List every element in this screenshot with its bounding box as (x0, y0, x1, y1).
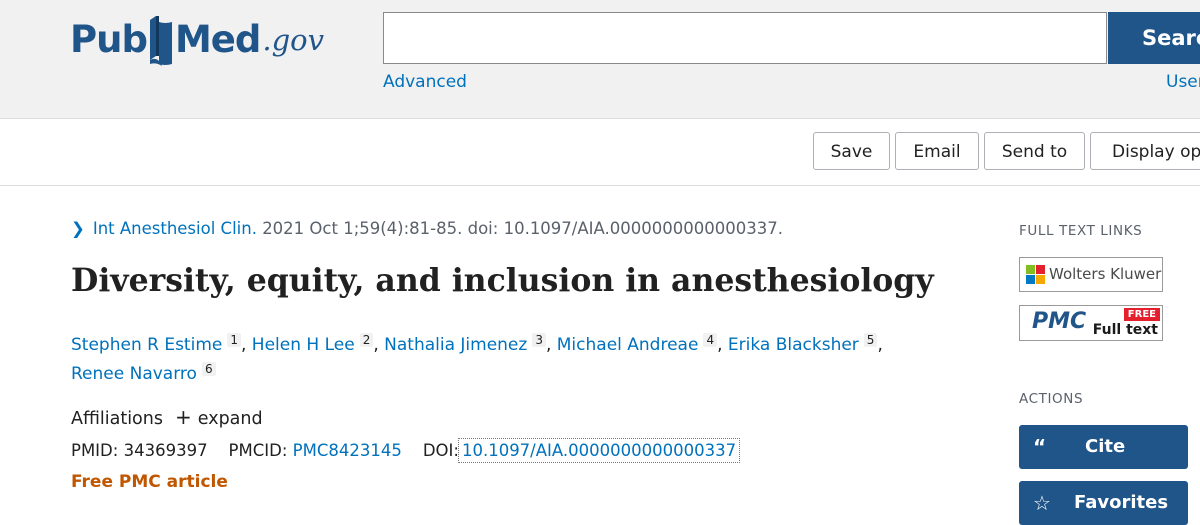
citation-line: ❯ Int Anesthesiol Clin. 2021 Oct 1;59(4):… (71, 219, 783, 238)
affiliation-number[interactable]: 5 (863, 333, 878, 347)
affiliations-toggle: Affiliations + expand (71, 405, 263, 429)
display-options-button[interactable]: Display options (1090, 132, 1200, 170)
doi-link[interactable]: 10.1097/AIA.0000000000000337 (457, 438, 741, 463)
wolters-kluwer-logo-icon (1026, 265, 1046, 289)
pubmed-logo[interactable]: Pub Med .gov (70, 12, 324, 68)
journal-link[interactable]: Int Anesthesiol Clin. (93, 219, 257, 238)
search-input[interactable] (383, 12, 1107, 64)
author-link[interactable]: Renee Navarro (71, 364, 197, 384)
pmid-label: PMID: (71, 441, 119, 460)
pmcid-link[interactable]: PMC8423145 (293, 441, 402, 460)
doi-label: DOI: (422, 441, 459, 460)
advanced-search-link[interactable]: Advanced (383, 72, 467, 92)
article-toolbar: Save Email Send to Display options (0, 119, 1200, 186)
user-guide-link[interactable]: User Guide (1166, 72, 1200, 92)
author-list: Stephen R Estime 1, Helen H Lee 2, Nathali… (71, 333, 883, 384)
pmid-value: 34369397 (123, 441, 208, 460)
chevron-right-icon[interactable]: ❯ (71, 219, 85, 238)
author-link[interactable]: Michael Andreae (557, 335, 699, 355)
expand-button[interactable]: expand (198, 409, 263, 429)
article-identifiers: PMID: 34369397 PMCID: PMC8423145 DOI: 10.… (71, 438, 741, 463)
author-link[interactable]: Helen H Lee (252, 335, 355, 355)
site-header: Pub Med .gov Search Advanced User Guide (0, 0, 1200, 119)
cite-button[interactable]: “ Cite (1019, 425, 1188, 469)
wolters-kluwer-link[interactable]: Wolters Kluwer (1019, 257, 1163, 292)
affiliations-label: Affiliations (71, 409, 163, 429)
author-link[interactable]: Erika Blacksher (728, 335, 859, 355)
cite-label: Cite (1085, 436, 1126, 457)
affiliation-number[interactable]: 6 (201, 362, 216, 376)
affiliation-number[interactable]: 2 (359, 333, 374, 347)
article-title: Diversity, equity, and inclusion in anes… (71, 262, 934, 299)
pmc-full-text-label: Full text (1092, 322, 1158, 338)
full-text-links-heading: FULL TEXT LINKS (1019, 223, 1143, 239)
save-button[interactable]: Save (813, 132, 890, 170)
citation-details: 2021 Oct 1;59(4):81-85. doi: 10.1097/AIA… (262, 219, 783, 238)
author-link[interactable]: Nathalia Jimenez (384, 335, 527, 355)
search-button[interactable]: Search (1108, 12, 1200, 64)
affiliation-number[interactable]: 3 (532, 333, 546, 347)
pmcid-label: PMCID: (228, 441, 288, 460)
free-pmc-article-label: Free PMC article (71, 472, 228, 492)
star-icon: ☆ (1033, 491, 1051, 515)
actions-heading: ACTIONS (1019, 391, 1084, 407)
favorites-button[interactable]: ☆ Favorites (1019, 481, 1188, 525)
affiliation-number[interactable]: 1 (227, 333, 241, 347)
book-icon (148, 14, 174, 68)
wolters-kluwer-label: Wolters Kluwer (1049, 265, 1162, 283)
plus-icon[interactable]: + (175, 405, 192, 429)
favorites-label: Favorites (1074, 492, 1169, 513)
logo-gov-text: .gov (262, 23, 324, 57)
affiliation-number[interactable]: 4 (703, 333, 718, 347)
logo-med-text: Med (174, 18, 261, 61)
send-to-button[interactable]: Send to (984, 132, 1085, 170)
email-button[interactable]: Email (895, 132, 979, 170)
logo-pub-text: Pub (70, 18, 148, 61)
quote-icon: “ (1033, 435, 1047, 459)
free-badge: FREE (1123, 308, 1160, 321)
author-link[interactable]: Stephen R Estime (71, 335, 222, 355)
pmc-logo-text: PMC (1032, 309, 1087, 334)
pmc-full-text-link[interactable]: PMC FREE Full text (1019, 305, 1163, 341)
